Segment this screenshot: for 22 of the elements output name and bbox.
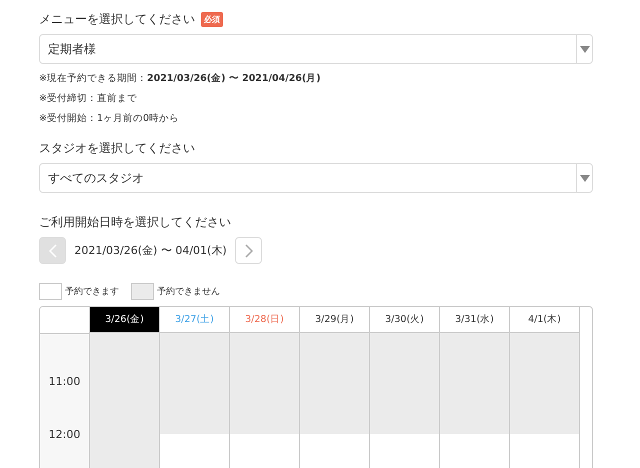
time-label: 11:00 bbox=[48, 374, 82, 388]
date-range-text: 2021/03/26(金) 〜 04/01(木) bbox=[73, 243, 228, 258]
chevron-right-icon bbox=[244, 244, 252, 258]
legend-swatch bbox=[131, 283, 154, 300]
field-label: スタジオを選択してください bbox=[39, 140, 195, 156]
note-text: ※受付開始：1ヶ月前の0時から bbox=[39, 112, 180, 126]
time-label: 12:00 bbox=[48, 427, 82, 441]
chevron-left-icon bbox=[48, 244, 56, 258]
dropdown-caret-icon bbox=[580, 46, 590, 52]
menu-select[interactable]: 定期者様 bbox=[39, 34, 593, 64]
studio-select[interactable]: すべてのスタジオ bbox=[39, 163, 593, 193]
note-text: ※受付締切：直前まで bbox=[39, 92, 138, 106]
field-label: ご利用開始日時を選択してください bbox=[39, 214, 231, 230]
legend-label: 予約できません bbox=[157, 286, 220, 298]
field-label: メニューを選択してください bbox=[39, 10, 195, 28]
note-text: ※現在予約できる期間：2021/03/26(金) 〜 2021/04/26(月) bbox=[39, 72, 322, 86]
required-badge: 必須 bbox=[201, 12, 223, 26]
day-header[interactable]: 3/26(金) bbox=[89, 307, 159, 333]
legend-swatch bbox=[39, 283, 62, 300]
dropdown-caret-icon bbox=[580, 174, 590, 182]
legend-label: 予約できます bbox=[65, 286, 119, 298]
next-week-button[interactable] bbox=[235, 237, 262, 264]
